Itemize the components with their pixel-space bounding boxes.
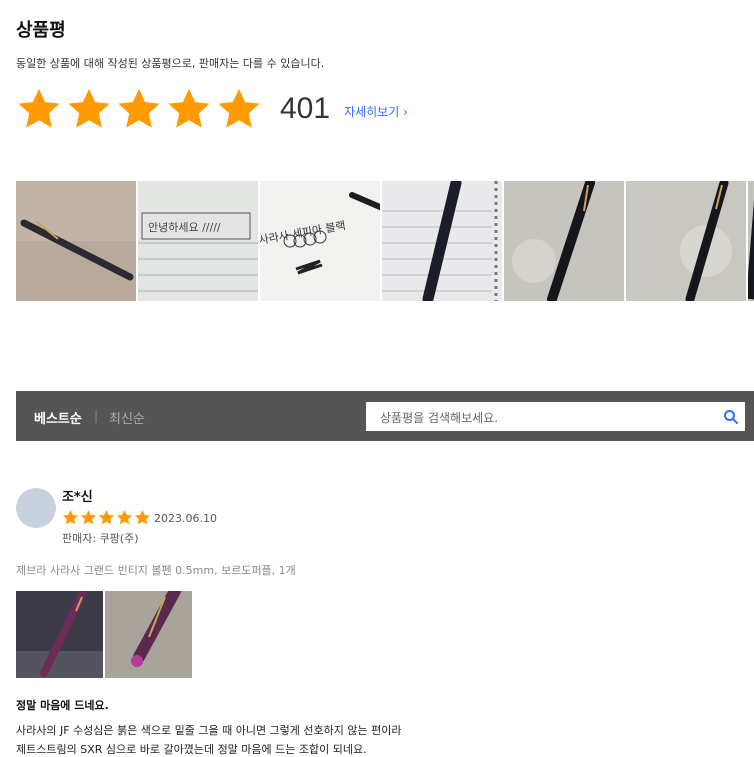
review-seller: 판매자: 쿠팡(주) (62, 532, 139, 545)
view-details-link[interactable]: 자세히보기 › (344, 103, 408, 120)
review-photo-thumb[interactable]: 사라사 세피아 블랙 (260, 181, 380, 301)
handwriting-photo-image: 사라사 세피아 블랙 (260, 181, 380, 301)
review-count: 401 (280, 92, 331, 125)
review-search-box (366, 402, 745, 433)
review-rating (62, 509, 152, 526)
review-search-input[interactable] (378, 402, 712, 433)
review-headline: 정말 마음에 드네요. (16, 699, 109, 712)
overall-rating: 401 자세히보기 › (16, 86, 408, 132)
tab-recent[interactable]: 최신순 (109, 408, 145, 427)
review-photo[interactable] (105, 591, 192, 678)
purchased-option: 제브라 사라사 그랜드 빈티지 볼펜 0.5mm, 보르도퍼플, 1개 (16, 564, 296, 577)
review-photo-strip: 안녕하세요 ///// 사라사 세피아 블랙 (16, 181, 754, 301)
review-photo[interactable] (16, 591, 103, 678)
pen-photo-image (626, 181, 746, 301)
review-photo-thumb[interactable] (504, 181, 624, 301)
pen-photo-image (16, 181, 136, 301)
review-photos (16, 591, 194, 678)
avatar (16, 488, 56, 528)
review-photo-thumb[interactable] (748, 181, 754, 301)
section-subtitle: 동일한 상품에 대해 작성된 상품평으로, 판매자는 다를 수 있습니다. (16, 57, 325, 70)
purple-pen-image (16, 591, 103, 678)
star-icon (134, 510, 151, 525)
review-photo-thumb[interactable] (626, 181, 746, 301)
star-icon (62, 510, 79, 525)
star-icon (218, 88, 260, 128)
review-photo-thumb[interactable]: 안녕하세요 ///// (138, 181, 258, 301)
notebook-photo-image (382, 181, 502, 301)
pen-photo-image (504, 181, 624, 301)
star-icon (18, 88, 60, 128)
purple-pen-image (105, 591, 192, 678)
review-date: 2023.06.10 (154, 512, 217, 525)
review-photo-thumb[interactable] (16, 181, 136, 301)
star-icon (98, 510, 115, 525)
tab-best[interactable]: 베스트순 (34, 408, 82, 427)
star-icon (80, 510, 97, 525)
star-icon (116, 510, 133, 525)
handwriting-text: 안녕하세요 ///// (148, 220, 221, 234)
review-body-line: 제트스트림의 SXR 심으로 바로 갈아꼈는데 정말 마음에 드는 조합이 되네… (16, 743, 367, 756)
star-icon (68, 88, 110, 128)
pen-photo-image (748, 181, 754, 301)
star-icon (168, 88, 210, 128)
review-body-line: 사라사의 JF 수성심은 붉은 색으로 밑줄 그을 때 아니면 그렇게 선호하지… (16, 724, 402, 737)
star-icon (118, 88, 160, 128)
review-photo-thumb[interactable] (382, 181, 502, 301)
handwriting-photo-image: 안녕하세요 ///// (138, 181, 258, 301)
search-icon[interactable] (723, 409, 739, 425)
review-filter-bar: 베스트순 | 최신순 (16, 391, 754, 441)
section-title: 상품평 (16, 20, 66, 41)
review-author: 조*신 (62, 490, 93, 505)
tab-separator: | (94, 409, 99, 423)
